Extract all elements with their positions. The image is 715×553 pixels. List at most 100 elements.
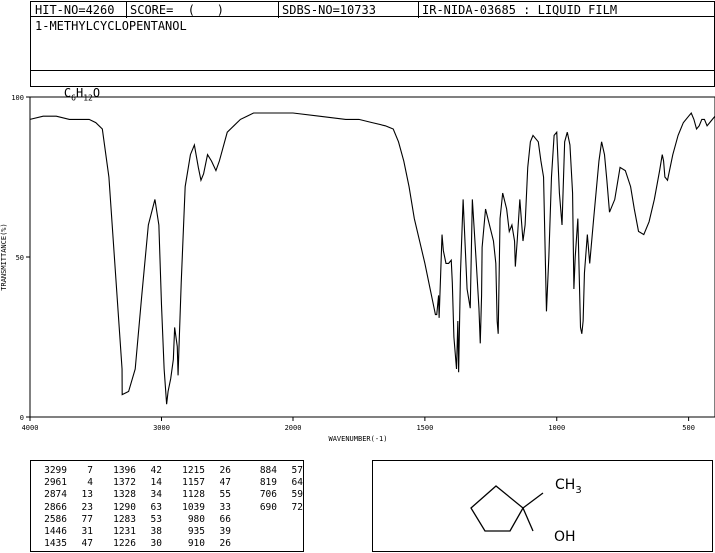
peak-wavenumber: 1328 [113,489,136,501]
peak-wavenumber: 1446 [44,526,67,538]
y-axis-label: TRANSMITTANCE(%) [0,223,8,290]
methyl-bond [522,492,544,509]
peak-table: 3299 7 2961 4 2874 13 2866 23 2586 77 1446 31 1435 47… [30,460,304,552]
x-tick-label: 1500 [416,424,433,432]
x-tick-label: 500 [682,424,695,432]
peak-row: 1372 14 [106,477,162,489]
peak-wavenumber: 819 [259,477,277,489]
hydroxyl-label: OH [554,529,576,545]
x-tick-label: 1000 [548,424,565,432]
peak-transmittance: 47 [81,538,93,550]
peak-row: 2866 23 [37,502,93,514]
ir-spectrum-chart: 0 50 100 4000 3000 2000 1500 1000 500 TRANSMITT… [0,94,715,443]
peak-wavenumber: 2586 [44,513,67,525]
x-axis-ticks: 4000 3000 2000 1500 1000 500 [22,417,695,432]
y-axis-ticks: 0 50 100 [11,94,30,422]
peak-row: 980 66 [175,514,231,526]
peak-row: 1231 38 [106,526,162,538]
peak-wavenumber: 1231 [113,526,136,538]
peak-wavenumber: 1283 [113,513,136,525]
peak-transmittance: 77 [81,513,93,525]
peak-wavenumber: 1215 [182,465,205,476]
y-tick-label: 100 [11,94,24,102]
peak-column-3: 1215 26 1157 47 1128 55 1039 33 980 66 935 39 910 26 [175,465,231,550]
peak-wavenumber: 980 [187,513,205,525]
methyl-label: CH3 [555,477,582,496]
peak-transmittance: 42 [150,465,162,476]
peak-transmittance: 63 [150,501,162,513]
structure-diagram [470,485,544,532]
peak-wavenumber: 1396 [113,465,136,476]
peak-column-1: 3299 7 2961 4 2874 13 2866 23 2586 77 1446 31 1435 47 [37,465,93,550]
peak-row: 1039 33 [175,502,231,514]
x-axis-label: WAVENUMBER(-1) [328,435,387,443]
peak-transmittance: 30 [150,538,162,550]
peak-transmittance: 39 [219,526,231,538]
peak-transmittance: 38 [150,526,162,538]
y-tick-label: 0 [20,414,24,422]
peak-row: 1396 42 [106,465,162,477]
peak-row: 2961 4 [37,477,93,489]
hydroxyl-bond [522,507,534,532]
peak-row: 1215 26 [175,465,231,477]
peak-row: 819 64 [247,477,303,489]
peak-transmittance: 72 [291,501,303,513]
peak-transmittance: 34 [150,489,162,501]
peak-row: 3299 7 [37,465,93,477]
peak-transmittance: 64 [291,477,303,489]
peak-transmittance: 31 [81,526,93,538]
peak-row: 1290 63 [106,502,162,514]
x-tick-label: 4000 [22,424,39,432]
peak-column-2: 1396 42 1372 14 1328 34 1290 63 1283 53 1231 38 1226… [106,465,162,550]
peak-transmittance: 13 [81,489,93,501]
peak-wavenumber: 3299 [44,465,67,476]
peak-row: 2586 77 [37,514,93,526]
peak-transmittance: 55 [219,489,231,501]
peak-wavenumber: 884 [259,465,277,476]
peak-transmittance: 7 [87,465,93,476]
peak-wavenumber: 690 [259,501,277,513]
peak-row: 1128 55 [175,489,231,501]
x-tick-label: 2000 [285,424,302,432]
peak-wavenumber: 2866 [44,501,67,513]
peak-transmittance: 33 [219,501,231,513]
peak-row: 706 59 [247,489,303,501]
peak-wavenumber: 1290 [113,501,136,513]
peak-row: 910 26 [175,538,231,550]
peak-row: 2874 13 [37,489,93,501]
peak-transmittance: 53 [150,513,162,525]
peak-row: 935 39 [175,526,231,538]
peak-wavenumber: 2961 [44,477,67,489]
peak-wavenumber: 1128 [182,489,205,501]
peak-wavenumber: 935 [187,526,205,538]
peak-transmittance: 4 [87,477,93,489]
peak-transmittance: 57 [291,465,303,476]
peak-wavenumber: 1435 [44,538,67,550]
peak-transmittance: 66 [219,513,231,525]
peak-transmittance: 23 [81,501,93,513]
cyclopentane-ring [470,485,524,532]
methyl-ch: CH [555,477,576,493]
peak-wavenumber: 2874 [44,489,67,501]
peak-row: 1157 47 [175,477,231,489]
peak-wavenumber: 1226 [113,538,136,550]
peak-row: 1435 47 [37,538,93,550]
peak-transmittance: 47 [219,477,231,489]
peak-column-4: 884 57 819 64 706 59 690 72 [247,465,303,514]
peak-row: 1283 53 [106,514,162,526]
peak-wavenumber: 706 [259,489,277,501]
structure-box: CH3 OH [372,460,713,552]
x-tick-label: 3000 [153,424,170,432]
peak-row: 884 57 [247,465,303,477]
peak-transmittance: 26 [219,538,231,550]
peak-wavenumber: 1157 [182,477,205,489]
peak-transmittance: 14 [150,477,162,489]
y-tick-label: 50 [16,254,24,262]
peak-row: 690 72 [247,502,303,514]
peak-row: 1446 31 [37,526,93,538]
peak-wavenumber: 1372 [113,477,136,489]
peak-wavenumber: 910 [187,538,205,550]
peak-transmittance: 59 [291,489,303,501]
peak-transmittance: 26 [219,465,231,476]
peak-wavenumber: 1039 [182,501,205,513]
